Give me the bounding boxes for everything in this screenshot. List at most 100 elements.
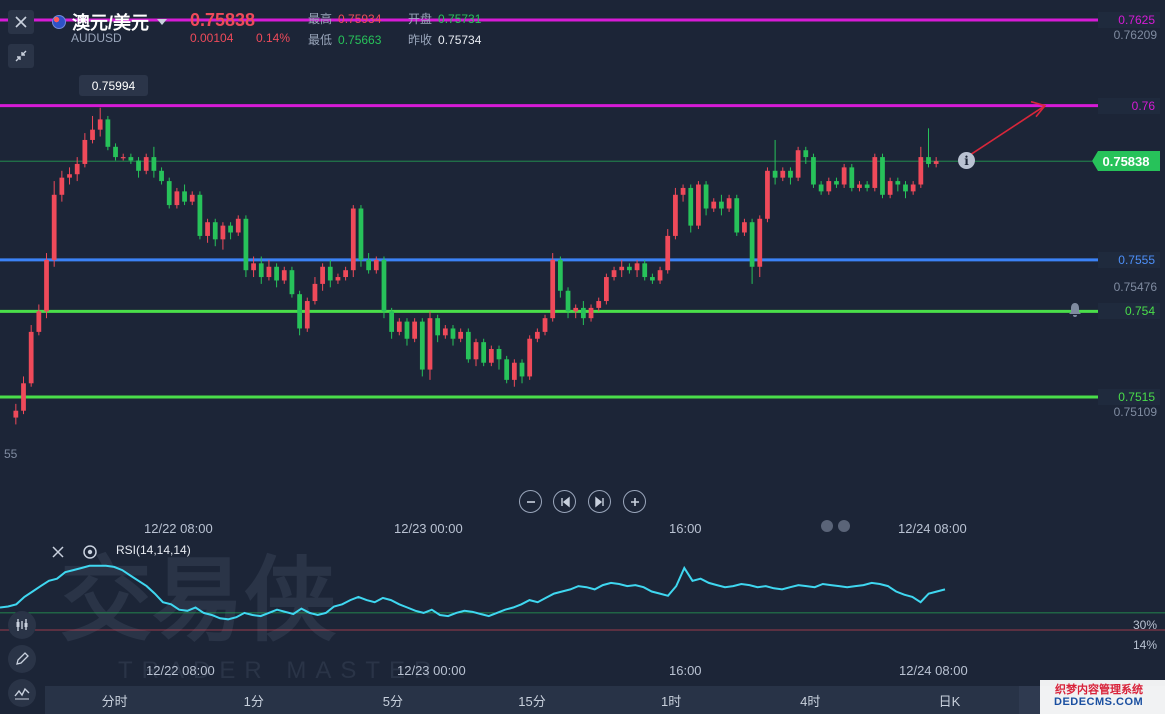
candle-body [174, 191, 180, 206]
candle-body [212, 222, 218, 240]
axis-label: 0.75109 [1113, 405, 1157, 419]
candle-body [105, 119, 111, 147]
last-price: 0.75838 [190, 10, 256, 30]
zoom-in-button[interactable] [623, 490, 646, 513]
scroll-end-button[interactable] [588, 490, 611, 513]
candle-body [504, 359, 510, 380]
candle-body [182, 191, 187, 202]
candle-body [13, 410, 19, 418]
candle-body [97, 119, 103, 130]
price-change: 0.00104 [190, 31, 234, 45]
trend-arrow-line [967, 105, 1046, 157]
level-tag-0.7515[interactable]: 0.7515 [1098, 389, 1160, 405]
gear-icon[interactable] [81, 543, 99, 561]
candle-body [243, 218, 249, 271]
candle-body [788, 170, 793, 178]
candle-body [573, 307, 579, 312]
close-button[interactable] [8, 10, 34, 34]
candle-body [910, 184, 916, 192]
candle-body [841, 167, 847, 185]
candle-body [274, 266, 279, 281]
time-label: 12/22 08:00 [144, 521, 213, 536]
candle-body [427, 318, 433, 370]
candle-body [197, 194, 203, 236]
timeframe-daily[interactable]: 日K [880, 686, 1019, 714]
timeframe-tick[interactable]: 分时 [45, 686, 184, 714]
candle-body [143, 157, 149, 171]
draw-tool[interactable] [8, 645, 36, 673]
scroll-start-button[interactable] [553, 490, 576, 513]
candle-body [527, 338, 533, 377]
candle-body [82, 139, 88, 164]
timeframe-5m[interactable]: 5分 [323, 686, 462, 714]
indicator-tool[interactable] [8, 679, 36, 707]
level-tag-0.754[interactable]: 0.754 [1098, 303, 1160, 319]
price-change-percent: 0.14% [256, 31, 291, 45]
candle-body [44, 259, 49, 312]
candle-body [818, 184, 824, 192]
rsi-time-label: 12/23 00:00 [397, 663, 466, 678]
candle-body [396, 321, 402, 332]
skip-forward-icon [594, 496, 604, 507]
collapse-button[interactable] [8, 44, 34, 68]
skip-back-icon [560, 496, 570, 507]
australia-flag-icon [52, 15, 66, 29]
zoom-out-button[interactable] [519, 490, 542, 513]
candle-body [811, 157, 816, 185]
level-tag-0.76[interactable]: 0.76 [1098, 98, 1160, 114]
candle-body [166, 181, 172, 206]
candle-body [519, 362, 525, 377]
candle-body [696, 184, 701, 226]
candle-body [596, 301, 602, 308]
candle-body [772, 170, 778, 178]
chart-canvas[interactable]: 交易侠TRADER MASTER [0, 0, 1165, 714]
rsi-indicator-name[interactable]: RSI(14,14,14) [116, 543, 191, 557]
candle-type-tool[interactable] [8, 611, 36, 639]
timeframe-1m[interactable]: 1分 [184, 686, 323, 714]
candle-body [765, 170, 770, 219]
candle-body [435, 318, 441, 336]
annotations [965, 100, 1047, 160]
candle-body [36, 311, 42, 332]
axis-label: 0.75476 [1113, 280, 1157, 294]
candle-body [381, 259, 387, 312]
candle-body [235, 218, 241, 233]
plus-icon [630, 497, 639, 506]
candle-body [59, 177, 65, 195]
candle-body [657, 270, 663, 281]
candle-body [665, 235, 671, 271]
rsi-time-label: 12/22 08:00 [146, 663, 215, 678]
candle-body [458, 331, 464, 339]
site-watermark-line1: 织梦内容管理系统 [1055, 684, 1143, 696]
candle-body [803, 150, 809, 158]
candle-body [542, 318, 548, 332]
candle-body [404, 321, 410, 339]
pane-splitter-handle[interactable] [818, 518, 854, 534]
info-icon[interactable]: i [958, 152, 975, 169]
timeframe-1h[interactable]: 1时 [602, 686, 741, 714]
candle-body [120, 157, 126, 159]
candle-body [642, 263, 648, 278]
candle-body [933, 161, 939, 164]
candle-body [358, 208, 364, 260]
bell-icon[interactable] [1067, 302, 1083, 318]
level-tag-0.7625[interactable]: 0.7625 [1098, 12, 1160, 28]
candle-body [557, 259, 563, 291]
candle-body [719, 201, 724, 209]
candle-body [350, 208, 356, 271]
candle-body [857, 184, 862, 188]
candlestick-series [13, 107, 939, 425]
candle-body [67, 174, 72, 178]
candle-body [619, 266, 625, 271]
candle-body [887, 181, 893, 195]
timeframe-15m[interactable]: 15分 [462, 686, 601, 714]
close-icon[interactable] [50, 544, 66, 560]
candle-body [565, 290, 571, 312]
timeframe-4h[interactable]: 4时 [741, 686, 880, 714]
time-label: 12/24 08:00 [898, 521, 967, 536]
candle-body [703, 184, 709, 209]
level-tag-0.7555[interactable]: 0.7555 [1098, 252, 1160, 268]
candle-body [327, 266, 333, 281]
rsi-level-label: 14% [1132, 638, 1157, 652]
candle-body [734, 198, 740, 233]
